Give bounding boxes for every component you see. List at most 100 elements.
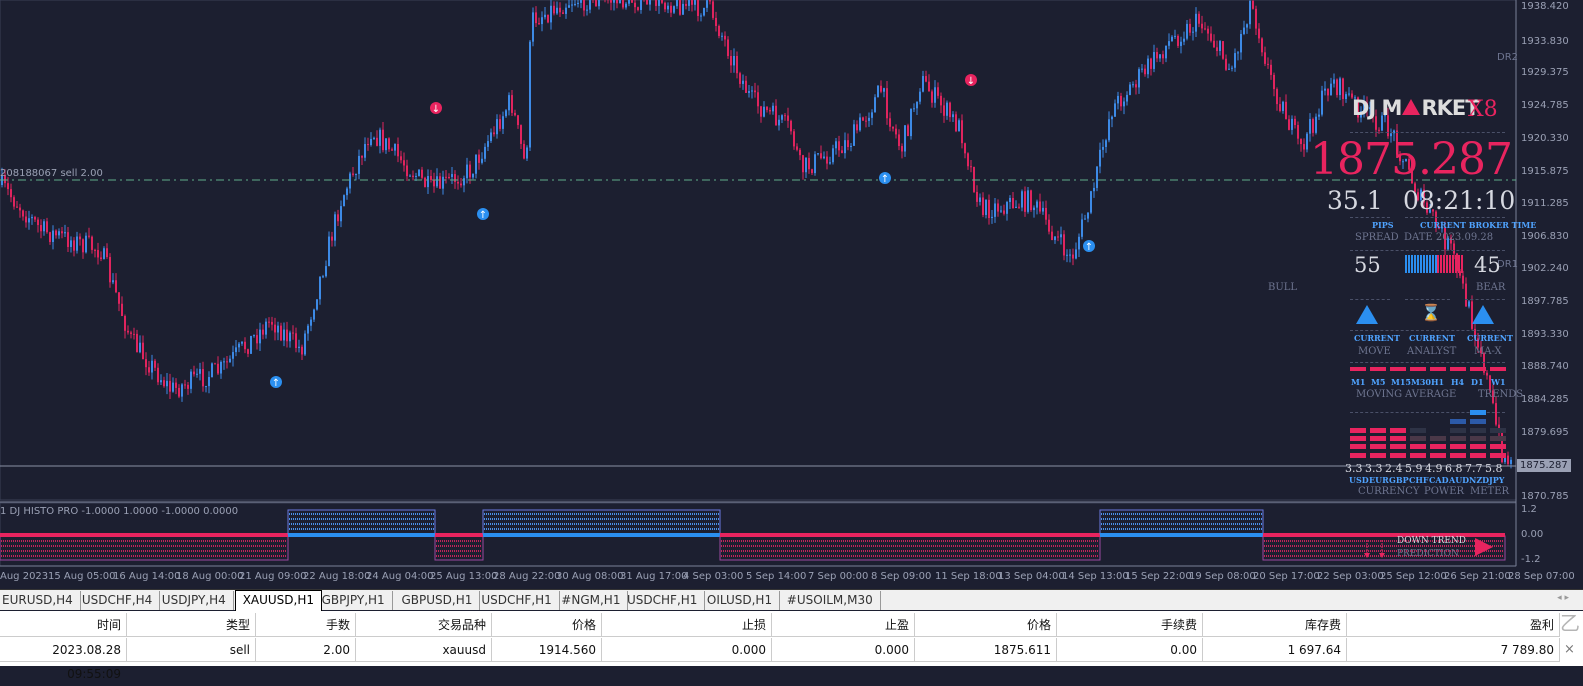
candle xyxy=(955,114,957,131)
meter-block xyxy=(1370,436,1386,441)
candle xyxy=(295,333,297,348)
timeframe-label: M30 xyxy=(1411,377,1431,387)
column-header[interactable]: 类型 xyxy=(127,613,256,637)
tab-usdchf-h1[interactable]: USDCHF,H1 xyxy=(474,591,559,610)
candle xyxy=(739,73,741,84)
candle xyxy=(283,330,285,341)
candle xyxy=(559,8,561,13)
meter-block xyxy=(1350,428,1366,433)
column-header[interactable]: 止损 xyxy=(602,613,772,637)
candle xyxy=(121,304,123,316)
currency-code: JPY xyxy=(1489,475,1505,485)
column-header[interactable]: 时间 xyxy=(0,613,127,637)
tab-gbpjpy-h1[interactable]: GBPJPY,H1 xyxy=(315,591,393,610)
tab-eurusd-h4[interactable]: EURUSD,H4 xyxy=(0,591,81,610)
candle xyxy=(967,153,969,166)
candle xyxy=(1252,1,1254,9)
candle xyxy=(817,153,819,154)
candle xyxy=(19,208,21,211)
candle xyxy=(970,166,972,167)
column-header[interactable]: 手续费 xyxy=(1057,613,1203,637)
candle xyxy=(1135,84,1137,87)
tab-usdjpy-h4[interactable]: USDJPY,H4 xyxy=(155,591,234,610)
price-tick: 1893.330 xyxy=(1521,329,1569,340)
tab--usoilm-m30[interactable]: #USOILM,M30 xyxy=(780,591,881,610)
chart-frame xyxy=(0,0,1516,500)
broker-time: 08:21:10 xyxy=(1403,186,1515,215)
trends-label: TRENDS xyxy=(1478,389,1523,400)
candle xyxy=(265,322,267,335)
broker-time-label: CURRENT BROKER TIME xyxy=(1420,220,1536,230)
candle xyxy=(685,4,687,6)
table-cell: 1 697.64 xyxy=(1203,638,1347,662)
candle xyxy=(301,347,303,355)
candle xyxy=(484,147,486,159)
candle xyxy=(541,17,543,24)
ind-tick: 1.2 xyxy=(1521,504,1537,515)
candle xyxy=(472,174,474,178)
candle xyxy=(202,369,204,386)
candle xyxy=(1087,213,1089,219)
tab-oilusd-h1[interactable]: OILUSD,H1 xyxy=(700,591,780,610)
table-cell: 2.00 xyxy=(256,638,356,662)
meter-block xyxy=(1490,436,1506,441)
candle xyxy=(1465,284,1467,307)
tab-usdchf-h4[interactable]: USDCHF,H4 xyxy=(75,591,160,610)
candle xyxy=(922,76,924,92)
candle xyxy=(562,12,564,14)
column-header[interactable]: 库存费 xyxy=(1203,613,1347,637)
price-tick: 1888.740 xyxy=(1521,361,1569,372)
candle xyxy=(100,257,102,259)
candle xyxy=(667,6,669,10)
time-tick: 16 Aug 14:00 xyxy=(113,571,180,582)
candle xyxy=(46,221,48,232)
candle xyxy=(415,176,417,177)
candle xyxy=(757,92,759,106)
candle xyxy=(1180,42,1182,46)
bear-fill xyxy=(1437,255,1463,273)
candle xyxy=(856,124,858,130)
candle xyxy=(1090,191,1092,212)
tab-scroll-arrows-icon[interactable]: ◂ ▸ xyxy=(1557,593,1569,603)
column-header[interactable]: 止盈 xyxy=(772,613,915,637)
candle xyxy=(157,368,159,383)
candle xyxy=(172,383,174,392)
column-header[interactable]: 价格 xyxy=(492,613,602,637)
candle xyxy=(745,81,747,93)
candle xyxy=(235,347,237,352)
candle xyxy=(286,330,288,342)
column-header[interactable]: 交易品种 xyxy=(356,613,492,637)
candle xyxy=(205,386,207,387)
candle xyxy=(565,8,567,14)
trend-bar xyxy=(1350,367,1366,371)
tab-gbpusd-h1[interactable]: GBPUSD,H1 xyxy=(395,591,481,610)
candle xyxy=(574,4,576,5)
tab-xauusd-h1[interactable]: XAUUSD,H1 xyxy=(235,590,322,611)
column-header[interactable]: 盈利 xyxy=(1347,613,1560,637)
meter-value: 2.4 xyxy=(1385,462,1403,475)
time-tick: 25 Sep 12:00 xyxy=(1380,571,1447,582)
candle xyxy=(505,110,507,116)
candle xyxy=(991,217,993,218)
candle xyxy=(586,10,588,11)
candle xyxy=(553,6,555,14)
tab-usdchf-h1[interactable]: USDCHF,H1 xyxy=(620,591,705,610)
candle xyxy=(166,381,168,386)
candle xyxy=(982,197,984,214)
candle xyxy=(1162,54,1164,58)
candle xyxy=(1006,202,1008,214)
candle xyxy=(274,325,276,333)
tab--ngm-h1[interactable]: #NGM,H1 xyxy=(554,591,628,610)
column-header[interactable]: 价格 xyxy=(915,613,1057,637)
close-order-icon[interactable]: × xyxy=(1564,642,1575,657)
candle xyxy=(931,91,933,102)
candle xyxy=(649,0,651,5)
candle xyxy=(1030,190,1032,210)
price-tick: 1884.285 xyxy=(1521,394,1569,405)
column-header[interactable]: 手数 xyxy=(256,613,356,637)
candle xyxy=(1120,96,1122,106)
price-chart[interactable]: ↓↓↑↑↑↑ 208188067 sell 2.00 1938.4201933.… xyxy=(0,0,1583,588)
candle xyxy=(712,1,714,17)
candle xyxy=(862,117,864,120)
meter-value: 3.3 xyxy=(1365,462,1383,475)
